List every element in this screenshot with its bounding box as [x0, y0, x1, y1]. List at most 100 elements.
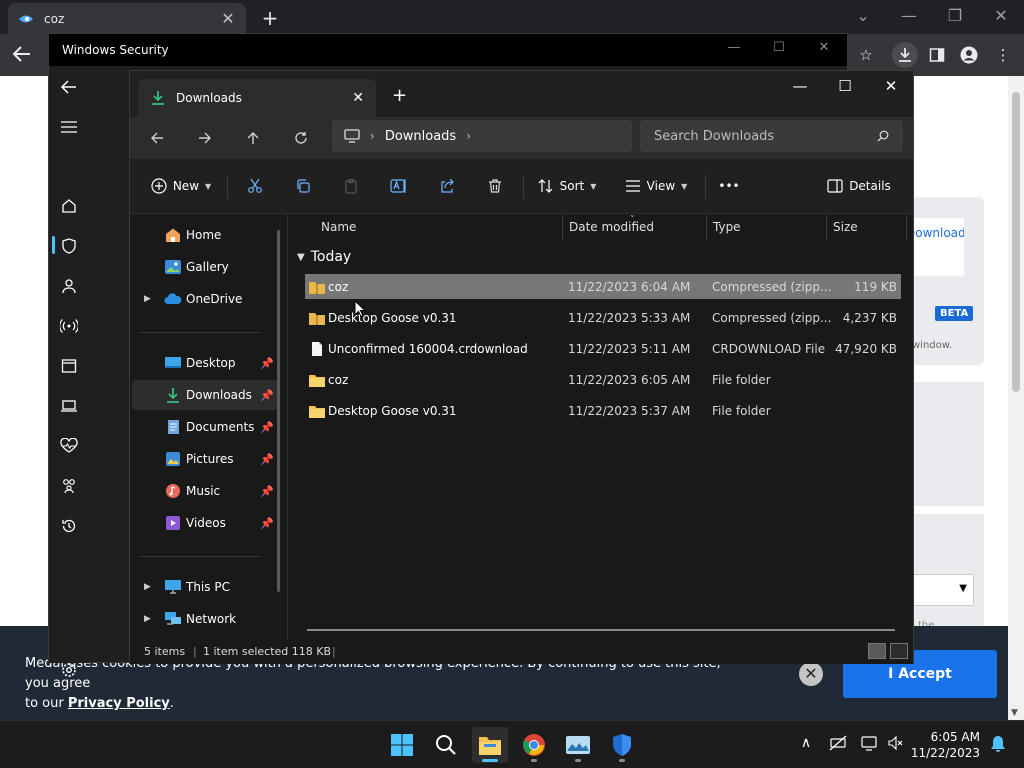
nav-up-icon[interactable] — [239, 125, 267, 151]
explorer-close-icon[interactable]: ✕ — [871, 77, 911, 95]
page-scrollbar[interactable]: ▼ — [1008, 76, 1024, 720]
column-name[interactable]: Name — [321, 220, 356, 234]
tray-overflow-icon[interactable]: ∧ — [796, 735, 816, 755]
column-divider[interactable] — [906, 214, 907, 240]
column-size[interactable]: Size — [833, 220, 858, 234]
pin-icon[interactable]: 📌 — [260, 517, 274, 530]
wireless-icon[interactable] — [57, 314, 81, 338]
refresh-icon[interactable] — [287, 125, 315, 151]
explorer-minimize-icon[interactable]: — — [780, 77, 820, 95]
nav-item-gallery[interactable]: Gallery — [132, 252, 278, 282]
nav-item-home[interactable]: Home — [132, 220, 278, 250]
network-disconnected-icon[interactable] — [828, 735, 848, 755]
downloads-icon[interactable] — [892, 42, 918, 68]
browser-back-button[interactable] — [10, 42, 34, 66]
pin-icon[interactable]: 📌 — [260, 485, 274, 498]
nav-item-pictures[interactable]: Pictures 📌 — [132, 444, 278, 474]
group-header-today[interactable]: ▼ Today — [297, 249, 351, 265]
details-view-icon[interactable] — [868, 643, 886, 659]
chevron-right-icon[interactable]: ▶ — [144, 582, 151, 592]
taskbar-photos[interactable] — [560, 727, 596, 763]
search-input[interactable]: Search Downloads — [640, 120, 903, 152]
copy-icon[interactable] — [290, 173, 316, 199]
display-icon[interactable] — [860, 735, 880, 755]
shield-icon[interactable] — [57, 234, 81, 258]
delete-icon[interactable] — [482, 173, 508, 199]
pin-icon[interactable]: 📌 — [260, 357, 274, 370]
heart-icon[interactable] — [57, 434, 81, 458]
browser-close-icon[interactable]: ✕ — [986, 6, 1016, 25]
side-panel-icon[interactable] — [924, 42, 950, 68]
tiles-view-icon[interactable] — [890, 643, 908, 659]
nav-item-music[interactable]: Music 📌 — [132, 476, 278, 506]
taskbar-file-explorer[interactable] — [472, 727, 508, 763]
explorer-tab-downloads[interactable]: Downloads ✕ — [138, 79, 376, 117]
nav-item-documents[interactable]: Documents 📌 — [132, 412, 278, 442]
column-type[interactable]: Type — [713, 220, 741, 234]
file-row[interactable]: Unconfirmed 160004.crdownload 11/22/2023… — [305, 336, 901, 361]
browser-restore-icon[interactable]: ❐ — [940, 6, 970, 25]
nav-item-desktop[interactable]: Desktop 📌 — [132, 348, 278, 378]
security-minimize-icon[interactable]: — — [719, 40, 749, 55]
file-row[interactable]: Desktop Goose v0.31 11/22/2023 5:37 AM F… — [305, 398, 901, 423]
page-scrollbar-thumb[interactable] — [1012, 92, 1020, 392]
menu-icon[interactable] — [57, 115, 81, 139]
new-button[interactable]: New ▼ — [148, 173, 214, 199]
family-icon[interactable] — [57, 474, 81, 498]
page-download-button[interactable]: Download — [906, 218, 964, 276]
browser-tab-search-icon[interactable]: ⌄ — [848, 6, 878, 25]
file-row[interactable]: coz 11/22/2023 6:04 AM Compressed (zipp.… — [305, 274, 901, 299]
nav-item-network[interactable]: ▶ Network — [132, 604, 278, 634]
taskbar-search-button[interactable] — [428, 727, 464, 763]
browser-new-tab-button[interactable]: + — [258, 6, 282, 30]
more-options-button[interactable]: ••• — [716, 173, 742, 199]
privacy-policy-link[interactable]: Privacy Policy — [68, 696, 170, 711]
chevron-right-icon[interactable]: ▶ — [144, 294, 151, 304]
details-button[interactable]: Details — [826, 173, 892, 199]
paste-icon[interactable] — [338, 173, 364, 199]
browser-minimize-icon[interactable]: — — [894, 6, 924, 25]
column-divider[interactable] — [826, 214, 827, 240]
security-close-icon[interactable]: ✕ — [809, 40, 839, 55]
taskbar-windows-security[interactable] — [604, 727, 640, 763]
column-date-modified[interactable]: Date modified — [569, 220, 654, 234]
history-icon[interactable] — [57, 514, 81, 538]
notification-bell-icon[interactable] — [988, 735, 1008, 755]
column-divider[interactable] — [706, 214, 707, 240]
start-button[interactable] — [384, 727, 420, 763]
back-arrow-icon[interactable] — [57, 75, 81, 99]
nav-item-videos[interactable]: Videos 📌 — [132, 508, 278, 538]
bookmark-star-icon[interactable]: ☆ — [853, 42, 879, 68]
browser-menu-icon[interactable]: ⋮ — [990, 42, 1016, 68]
file-row[interactable]: Desktop Goose v0.31 11/22/2023 5:33 AM C… — [305, 305, 901, 330]
file-row[interactable]: coz 11/22/2023 6:05 AM File folder — [305, 367, 901, 392]
explorer-tab-close-icon[interactable]: ✕ — [352, 90, 364, 106]
explorer-maximize-icon[interactable]: ☐ — [825, 77, 865, 95]
breadcrumb-downloads[interactable]: Downloads — [385, 129, 456, 144]
nav-item-downloads[interactable]: Downloads 📌 — [132, 380, 278, 410]
share-icon[interactable] — [434, 173, 460, 199]
browser-tab-coz[interactable]: coz ✕ — [8, 3, 246, 34]
scroll-down-arrow-icon[interactable]: ▼ — [1011, 708, 1018, 718]
laptop-icon[interactable] — [57, 394, 81, 418]
profile-icon[interactable] — [956, 42, 982, 68]
chevron-right-icon[interactable]: ▶ — [144, 614, 151, 624]
nav-pane-scrollbar[interactable] — [277, 230, 280, 592]
clock[interactable]: 6:05 AM 11/22/2023 — [906, 729, 980, 761]
pin-icon[interactable]: 📌 — [260, 421, 274, 434]
nav-forward-icon[interactable] — [191, 125, 219, 151]
taskbar-chrome[interactable] — [516, 727, 552, 763]
page-dropdown[interactable]: ▼ — [912, 574, 974, 606]
horizontal-scrollbar[interactable] — [307, 629, 895, 631]
account-icon[interactable] — [57, 274, 81, 298]
nav-item-this-pc[interactable]: ▶ This PC — [132, 572, 278, 602]
view-button[interactable]: View ▼ — [622, 173, 690, 199]
volume-muted-icon[interactable] — [886, 735, 906, 755]
cut-icon[interactable] — [242, 173, 268, 199]
nav-item-onedrive[interactable]: ▶ OneDrive — [132, 284, 278, 314]
home-icon[interactable] — [57, 194, 81, 218]
sort-button[interactable]: Sort ▼ — [536, 173, 598, 199]
cookie-close-button[interactable]: ✕ — [799, 662, 823, 686]
rename-icon[interactable] — [386, 173, 412, 199]
address-bar[interactable]: › Downloads › — [332, 120, 632, 152]
